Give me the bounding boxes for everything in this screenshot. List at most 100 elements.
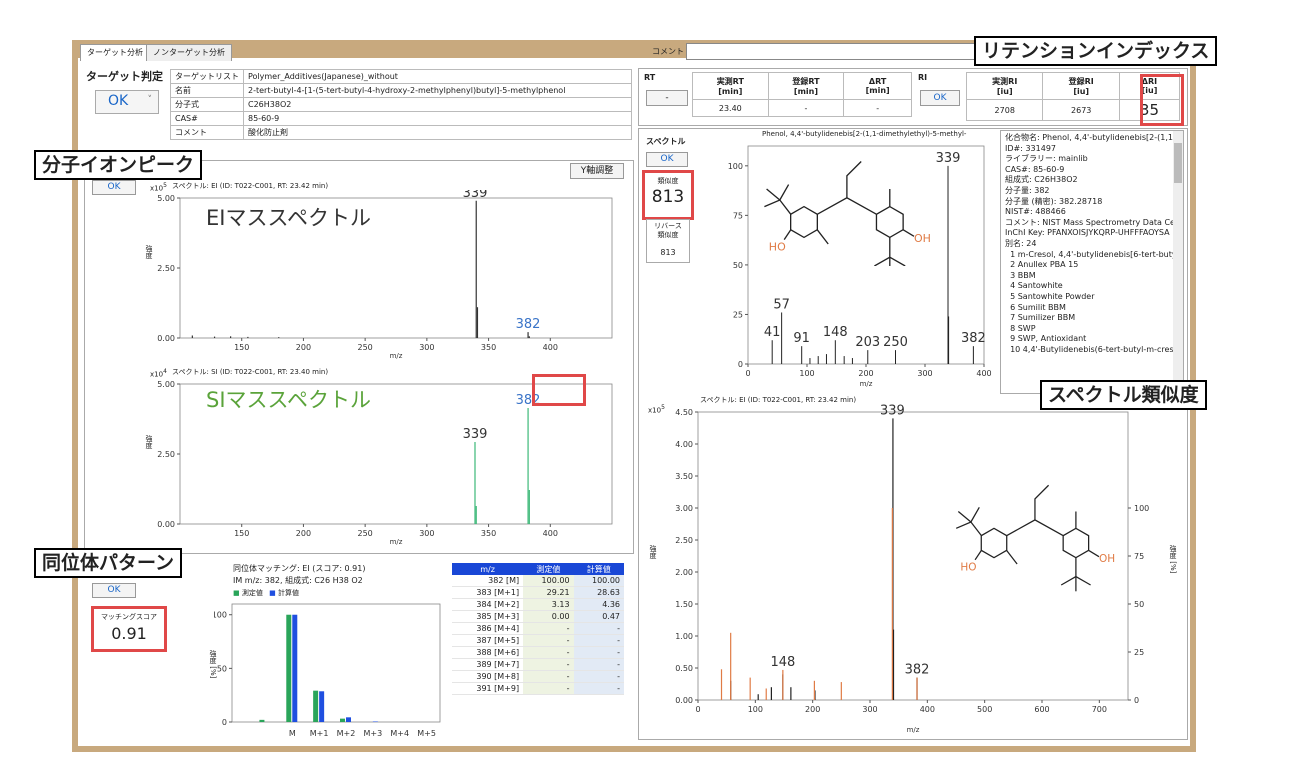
hydroxyl-label: HO [769,241,786,254]
peak-label: 91 [793,331,810,346]
x-tick-label: 400 [543,529,558,538]
isotope-table-cell: 390 [M+8] [452,670,524,683]
isotope-table-cell: - [573,682,624,695]
x-axis-label: m/z [390,352,403,360]
compound-info-line: 4 Santowhite [1005,281,1063,291]
isotope-table-row: 383 [M+1] 29.21 28.63 [452,586,624,599]
ri-ok-button[interactable]: OK [920,90,960,106]
compound-info-line: 分子量: 382 [1005,185,1050,195]
bond [1088,549,1100,558]
compound-info-line: 組成式: C26H38O2 [1005,175,1078,185]
y-tick-label: 50 [733,261,743,270]
isotope-table-row: 391 [M+9] - - [452,682,624,695]
isotope-table-cell: 391 [M+9] [452,682,524,695]
x-tick-label: 250 [358,343,373,352]
matching-score-box: マッチングスコア 0.91 [91,606,167,652]
y-tick-label: 2.50 [157,264,175,273]
isotope-table: m/z 測定値 計算値 382 [M] 100.00 100.00 383 [M+1] 29… [452,563,624,695]
peak-label: 41 [764,325,781,340]
isotope-table-row: 386 [M+4] - - [452,622,624,635]
isotope-table-row: 388 [M+6] - - [452,646,624,659]
y-tick-label: 4.00 [675,440,693,449]
y2-tick-label: 50 [1134,600,1144,609]
isotope-bar [319,691,325,722]
y2-tick-label: 75 [1134,552,1144,561]
target-info-row: コメント 酸化防止剤 [170,125,632,140]
y-tick-label: 0 [222,718,227,727]
isotope-ok-button[interactable]: OK [92,583,136,598]
isotope-table-cell: - [573,670,624,683]
x-tick-label: 100 [799,369,814,378]
rt-status-button[interactable]: - [646,90,688,106]
benzene-ring [1062,527,1090,559]
structure-drawing: HO OH [955,484,1115,592]
hydroxyl-label: OH [914,232,931,245]
isotope-table-cell: - [523,658,574,671]
tab-nontarget-analysis[interactable]: ノンターゲット分析 [146,44,232,61]
compound-info-line: CAS#: 85-60-9 [1005,164,1065,174]
compound-info-line: ライブラリー: mainlib [1005,154,1088,164]
isotope-bar [372,721,378,722]
y-tick-label: 5.00 [157,194,175,203]
isotope-table-cell: 384 [M+2] [452,598,524,611]
compound-info-line: 6 Sumilit BBM [1005,302,1066,312]
bond [779,184,790,201]
info-scrollbar[interactable] [1173,131,1183,393]
spectrum-label: スペクトル [646,137,686,146]
bond [816,197,877,215]
isotope-table-cell: 382 [M] [452,575,524,587]
isotope-table-cell: 383 [M+1] [452,586,524,599]
similarity-label: 類似度 [657,177,679,185]
compound-info-list[interactable]: 化合物名: Phenol, 4,4'-butylidenebis[2-(1,1-… [1000,130,1184,394]
bond [1060,576,1077,586]
compound-info-text: 化合物名: Phenol, 4,4'-butylidenebis[2-(1,1-… [1005,133,1183,355]
isotope-table-cell: - [523,646,574,659]
matching-score-label: マッチングスコア [101,613,157,621]
bond [970,506,980,523]
x-tick-label: 0 [695,705,700,714]
peak-label: 339 [463,190,488,201]
chemical-structure-bottom: HO OH [955,484,1115,592]
y-tick-label: 5.00 [157,380,175,389]
y-tick-label: 3.00 [675,504,693,513]
y-axis-adjust-button[interactable]: Y軸調整 [570,163,624,179]
bond [766,188,781,201]
bond [764,199,792,215]
tab-target-analysis[interactable]: ターゲット分析 [80,44,150,61]
x-tick-label: M+5 [417,729,436,738]
compound-info-line: 3 BBM [1005,270,1036,280]
isotope-table-row: 389 [M+7] - - [452,658,624,671]
y-tick-label: 100 [214,611,227,620]
bond [902,229,915,237]
x-tick-label: 400 [976,369,991,378]
library-spectrum-title: Phenol, 4,4'-butylidenebis[2-(1,1-dimeth… [762,130,967,138]
isotope-table-row: 382 [M] 100.00 100.00 [452,575,624,587]
x-tick-label: M+2 [337,729,356,738]
spectrum-ok-button[interactable]: OK [646,152,688,167]
bond [783,229,792,240]
rt-value: - [843,99,912,117]
rt-value: - [767,99,845,117]
x-tick-label: M+4 [390,729,409,738]
y-tick-label: 3.50 [675,472,693,481]
similarity-box: 類似度 813 [642,170,694,220]
target-info-label: ターゲットリスト [170,69,244,84]
target-judgement-select[interactable]: OK ˅ [95,90,159,114]
callout-spectrum-similarity: スペクトル類似度 [1040,380,1207,410]
isotope-table-row: 390 [M+8] - - [452,670,624,683]
compound-info-line: NIST#: 488466 [1005,207,1066,217]
compound-info-line: 2 Anullex PBA 15 [1005,260,1079,270]
molecular-ion-ok-button[interactable]: OK [92,180,136,195]
x-tick-label: M [289,729,296,738]
similarity-value: 813 [651,187,685,207]
target-info-value: 2-tert-butyl-4-[1-(5-tert-butyl-4-hydrox… [243,83,632,98]
target-info-label: 名前 [170,83,244,98]
benzene-ring [875,205,904,239]
target-info-table: ターゲットリスト Polymer_Additives(Japanese)_with… [170,69,632,140]
reverse-similarity-value: 813 [660,248,676,257]
target-info-value: C26H38O2 [243,97,632,112]
y2-tick-label: 0 [1134,696,1139,705]
isotope-table-cell: 388 [M+6] [452,646,524,659]
info-scrollbar-thumb[interactable] [1174,143,1182,183]
si-382-highlight [532,374,586,406]
